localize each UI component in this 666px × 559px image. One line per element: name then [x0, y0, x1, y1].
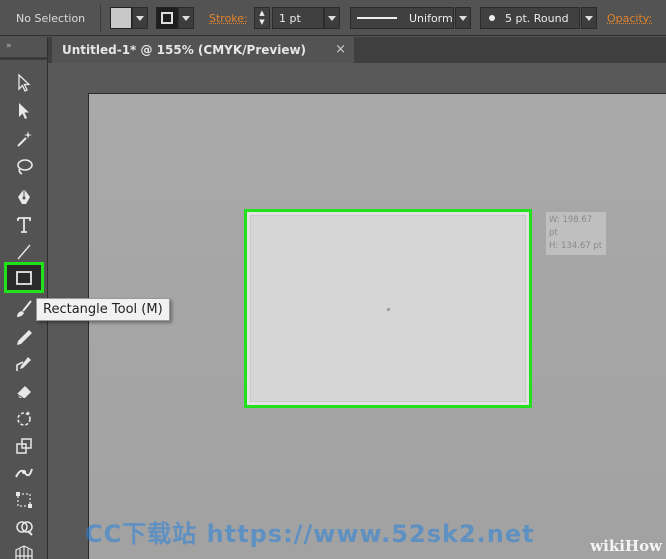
pen-tool[interactable] — [10, 185, 38, 209]
shaper-tool[interactable] — [10, 352, 38, 376]
pen-nib-icon — [14, 187, 34, 207]
stroke-weight-input[interactable]: 1 pt — [272, 7, 324, 29]
center-point-marker — [387, 308, 390, 311]
profile-dropdown[interactable] — [455, 7, 471, 29]
collapse-panel-icon[interactable]: » — [6, 41, 12, 51]
pencil-tool[interactable] — [10, 325, 38, 349]
brush-label: 5 pt. Round — [505, 12, 569, 25]
brush-dot-icon — [489, 15, 495, 21]
selection-label: No Selection — [16, 12, 85, 25]
stroke-label-wrap: Stroke: — [209, 6, 248, 30]
dimension-readout: W: 198.67 pt H: 134.67 pt — [546, 212, 606, 255]
line-segment-tool[interactable] — [10, 240, 38, 264]
stroke-swatch[interactable] — [156, 7, 178, 29]
shape-builder-tool[interactable] — [10, 515, 38, 539]
document-tab[interactable]: Untitled-1* @ 155% (CMYK/Preview) × — [52, 37, 354, 63]
chevron-down-icon[interactable]: ▼ — [259, 18, 264, 27]
paintbrush-icon — [14, 299, 34, 319]
opacity-label[interactable]: Opacity: — [607, 12, 652, 25]
paintbrush-tool[interactable] — [10, 297, 38, 321]
scale-icon — [14, 436, 34, 456]
width-readout: W: 198.67 pt — [549, 214, 603, 240]
tool-tooltip: Rectangle Tool (M) — [36, 298, 170, 321]
wikihow-how: How — [625, 537, 662, 555]
shape-builder-icon — [14, 517, 34, 537]
pencil-icon — [14, 327, 34, 347]
lasso-icon — [14, 157, 34, 177]
eraser-icon — [14, 381, 34, 401]
document-tab-bar: Untitled-1* @ 155% (CMYK/Preview) × — [48, 37, 666, 63]
magic-wand-icon — [14, 129, 34, 149]
eraser-tool[interactable] — [10, 379, 38, 403]
fill-dropdown[interactable] — [132, 7, 148, 29]
close-icon[interactable]: × — [335, 42, 346, 57]
profile-line-icon — [357, 17, 397, 19]
stroke-weight-value: 1 pt — [279, 12, 301, 25]
variable-width-profile[interactable]: Uniform — [350, 7, 454, 29]
rotate-icon — [14, 409, 34, 429]
rectangle-fill — [250, 215, 526, 402]
document-tab-title: Untitled-1* @ 155% (CMYK/Preview) — [62, 43, 306, 57]
chevron-up-icon[interactable]: ▲ — [259, 9, 264, 18]
width-tool[interactable] — [10, 461, 38, 485]
brush-definition[interactable]: 5 pt. Round — [480, 7, 580, 29]
shaper-icon — [14, 354, 34, 374]
selection-tool[interactable] — [10, 71, 38, 95]
profile-label: Uniform — [409, 12, 453, 25]
perspective-grid-icon — [14, 544, 34, 559]
wikihow-watermark: wikiHow — [590, 537, 662, 555]
drawn-rectangle[interactable] — [244, 209, 532, 408]
rectangle-tool[interactable] — [4, 262, 44, 293]
rotate-tool[interactable] — [10, 407, 38, 431]
selection-arrow-icon — [14, 73, 34, 93]
perspective-grid-tool[interactable] — [10, 542, 38, 559]
magic-wand-tool[interactable] — [10, 127, 38, 151]
rectangle-icon — [14, 268, 34, 288]
width-icon — [14, 463, 34, 483]
brush-dropdown[interactable] — [581, 7, 597, 29]
stroke-label[interactable]: Stroke: — [209, 12, 248, 25]
direct-selection-arrow-icon — [14, 101, 34, 121]
stroke-swatch-dropdown[interactable] — [178, 7, 194, 29]
stroke-weight-stepper[interactable]: ▲ ▼ — [254, 7, 270, 29]
free-transform-tool[interactable] — [10, 488, 38, 512]
selection-status: No Selection — [16, 6, 85, 30]
stroke-swatch-icon — [161, 12, 173, 24]
opacity-label-wrap: Opacity: — [607, 6, 652, 30]
type-tool[interactable] — [10, 213, 38, 237]
type-t-icon — [14, 215, 34, 235]
free-transform-icon — [14, 490, 34, 510]
divider — [100, 4, 101, 32]
direct-selection-tool[interactable] — [10, 99, 38, 123]
tooltip-text: Rectangle Tool (M) — [43, 302, 163, 317]
height-readout: H: 134.67 pt — [549, 240, 603, 253]
lasso-tool[interactable] — [10, 155, 38, 179]
stroke-weight-dropdown[interactable] — [324, 7, 340, 29]
line-segment-icon — [14, 242, 34, 262]
scale-tool[interactable] — [10, 434, 38, 458]
artboard[interactable]: W: 198.67 pt H: 134.67 pt — [88, 93, 666, 559]
panel-grip-bar[interactable] — [0, 57, 47, 60]
wikihow-wiki: wiki — [590, 537, 625, 555]
control-bar: No Selection Stroke: ▲ ▼ 1 pt Uniform 5 … — [0, 0, 666, 36]
fill-swatch[interactable] — [110, 7, 132, 29]
site-watermark: CC下载站 https://www.52sk2.net — [85, 514, 535, 549]
